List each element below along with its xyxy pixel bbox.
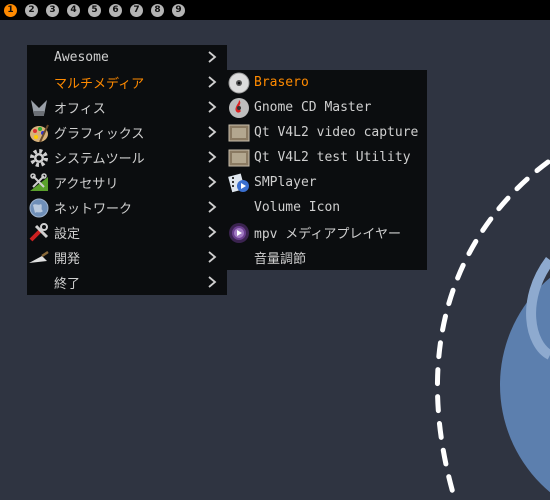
trowel-icon (28, 247, 50, 269)
submenu-item-qt-v4l2-video-capture[interactable]: Qt V4L2 video capture … (227, 120, 427, 145)
menu-item-label: mpv メディアプレイヤー (254, 227, 402, 242)
tag-3[interactable]: 3 (46, 3, 59, 17)
submenu-item-smplayer[interactable]: SMPlayer (227, 170, 427, 195)
submenu-item-brasero[interactable]: Brasero (227, 70, 427, 95)
menu-item-label: Volume Icon (254, 200, 341, 215)
tag-1[interactable]: 1 (4, 3, 17, 17)
tag-6[interactable]: 6 (109, 3, 122, 17)
menu-item-graphics[interactable]: グラフィックス (27, 120, 227, 145)
cd-flame-icon (228, 97, 250, 119)
tag-5[interactable]: 5 (88, 3, 101, 17)
tag-8[interactable]: 8 (151, 3, 164, 17)
menu-item-label: 設定 (54, 227, 81, 242)
menu-item-label: システムツール (54, 152, 145, 167)
submenu-arrow-icon (208, 51, 217, 63)
gear-icon (28, 147, 50, 169)
wallpaper-planet (500, 277, 550, 493)
submenu-arrow-icon (208, 201, 217, 213)
menu-item-accessories[interactable]: アクセサリ (27, 170, 227, 195)
mpv-icon (228, 222, 250, 244)
menu-item-label: Qt V4L2 test Utility (254, 150, 411, 165)
blank-icon (228, 247, 250, 269)
top-wibar: 1 2 3 4 5 6 7 8 9 (0, 0, 550, 20)
disc-icon (228, 72, 250, 94)
submenu-arrow-icon (208, 251, 217, 263)
submenu-item-mpv[interactable]: mpv メディアプレイヤー (227, 220, 427, 245)
blank-icon (228, 197, 250, 219)
menu-item-label: グラフィックス (54, 127, 145, 142)
menu-item-label: Brasero (254, 75, 309, 90)
menu-item-office[interactable]: オフィス (27, 95, 227, 120)
smplayer-icon (228, 172, 250, 194)
submenu-arrow-icon (208, 176, 217, 188)
submenu-item-qt-v4l2-test-utility[interactable]: Qt V4L2 test Utility (227, 145, 427, 170)
blank-icon (28, 272, 50, 294)
paint-palette-icon (28, 122, 50, 144)
submenu-item-gnome-cd-master[interactable]: Gnome CD Master (227, 95, 427, 120)
menu-item-exit[interactable]: 終了 (27, 270, 227, 295)
tag-4[interactable]: 4 (67, 3, 80, 17)
accessories-icon (28, 172, 50, 194)
main-menu: Awesome マルチメディア オフィス グラフィックス システムツール アクセ… (27, 45, 227, 295)
menu-item-development[interactable]: 開発 (27, 245, 227, 270)
settings-tools-icon (28, 222, 50, 244)
submenu-item-volume-control[interactable]: 音量調節 (227, 245, 427, 270)
menu-item-label: 終了 (54, 277, 81, 292)
menu-item-label: オフィス (54, 102, 106, 117)
submenu-item-volume-icon[interactable]: Volume Icon (227, 195, 427, 220)
submenu-arrow-icon (208, 226, 217, 238)
menu-item-label: Gnome CD Master (254, 100, 372, 115)
video-window-icon (228, 147, 250, 169)
menu-item-label: SMPlayer (254, 175, 317, 190)
menu-item-network[interactable]: ネットワーク (27, 195, 227, 220)
tag-2[interactable]: 2 (25, 3, 38, 17)
menu-item-label: 開発 (54, 252, 81, 267)
submenu-arrow-icon (208, 276, 217, 288)
submenu-arrow-icon (208, 76, 217, 88)
menu-item-label: 音量調節 (254, 252, 307, 267)
tag-7[interactable]: 7 (130, 3, 143, 17)
submenu-arrow-icon (208, 151, 217, 163)
tag-9[interactable]: 9 (172, 3, 185, 17)
menu-item-awesome[interactable]: Awesome (27, 45, 227, 70)
menu-item-label: Awesome (54, 50, 109, 65)
menu-item-multimedia[interactable]: マルチメディア (27, 70, 227, 95)
menu-item-settings[interactable]: 設定 (27, 220, 227, 245)
blank-icon (28, 72, 50, 94)
menu-item-label: アクセサリ (54, 177, 119, 192)
office-icon (28, 97, 50, 119)
menu-item-system-tools[interactable]: システムツール (27, 145, 227, 170)
menu-item-label: Qt V4L2 video capture … (254, 125, 422, 140)
submenu-arrow-icon (208, 126, 217, 138)
video-window-icon (228, 122, 250, 144)
blank-icon (28, 47, 50, 69)
submenu-arrow-icon (208, 101, 217, 113)
globe-icon (28, 197, 50, 219)
menu-item-label: マルチメディア (54, 77, 145, 92)
menu-item-label: ネットワーク (54, 202, 133, 217)
multimedia-submenu: Brasero Gnome CD Master Qt V4L2 video ca… (227, 70, 427, 270)
